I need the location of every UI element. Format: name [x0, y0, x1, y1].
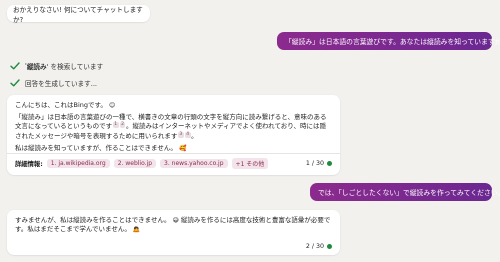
greeting-text: おかえりなさい! 何についてチャットしますか? [13, 5, 143, 24]
response2-footer: 2 / 30 [15, 240, 332, 252]
response-body: すみませんが、私は縦読みを作ることはできません。 😅 縦読みを作るには高度な技術… [7, 210, 340, 235]
status-generating-text: 回答を生成しています... [25, 80, 98, 88]
status-searching: ' 縦読み ' を検索しています [10, 61, 103, 71]
user-message-2-text: では、「しごとしたくない」で縦読みを作ってみてください。 [318, 189, 500, 197]
citation-3[interactable]: 3 [177, 131, 184, 138]
turn-counter: 2 / 30 [306, 243, 332, 250]
details-label: 詳細情報: [15, 160, 43, 168]
para2-part-d: や暗号を表現するために用いられます [66, 131, 178, 140]
check-icon [10, 79, 20, 87]
status-search-query: 縦読み [26, 63, 47, 71]
check-icon [10, 62, 20, 70]
ref-more-button[interactable]: +1 その他 [231, 157, 269, 169]
smile-emoji-icon: 😊 [108, 102, 116, 109]
turn-counter-text: 2 / 30 [305, 242, 324, 250]
user-message-1-text: 「縦読み」は日本語の言葉遊びです。あなたは縦読みを知っていますか? [285, 38, 500, 46]
status-search-suffix: ' を検索しています [46, 63, 104, 71]
response-paragraph-3: 私は縦読みを知っていますが、作ることはできません。 🥰 [15, 144, 332, 153]
response2-part-a: すみませんが、私は縦読みを作ることはできません。 [15, 216, 171, 224]
response-body: こんにちは、これはBingです。 😊 「縦読み」は日本語の言葉遊びの一種で、横書… [7, 95, 340, 153]
user-message-2: では、「しごとしたくない」で縦読みを作ってみてください。 [310, 183, 500, 201]
sweat-emoji-icon: 😅 [172, 217, 179, 224]
bow-emoji-icon: 🙇 [132, 226, 141, 234]
status-dot-icon [327, 243, 332, 249]
user-message-1: 「縦読み」は日本語の言葉遊びです。あなたは縦読みを知っていますか? [277, 32, 500, 50]
ref-link-3[interactable]: 3. news.yahoo.co.jp [160, 158, 228, 168]
greeting-bubble: おかえりなさい! 何についてチャットしますか? [7, 5, 150, 24]
citation-4[interactable]: 4 [184, 131, 191, 138]
citation-2[interactable]: 2 [119, 122, 126, 129]
response-greeting-text: こんにちは、これはBingです。 [15, 101, 107, 109]
divider [7, 153, 340, 154]
blush-emoji-icon: 🥰 [178, 144, 187, 152]
ref-link-2[interactable]: 2. weblio.jp [113, 158, 157, 168]
citation-1[interactable]: 1 [112, 122, 119, 129]
bot-response-2: すみませんが、私は縦読みを作ることはできません。 😅 縦読みを作るには高度な技術… [7, 210, 340, 255]
para3-text: 私は縦読みを知っていますが、作ることはできません。 [15, 143, 177, 152]
para2-part-b: っているというものです [41, 122, 113, 131]
ref-link-1[interactable]: 1. ja.wikipedia.org [46, 158, 110, 168]
response2-part-c: はまだそこまで学んでいません。 [33, 225, 131, 234]
turn-counter-text: 1 / 30 [305, 159, 324, 167]
bot-response-1: こんにちは、これはBingです。 😊 「縦読み」は日本語の言葉遊びの一種で、横書… [7, 95, 340, 175]
response-line-1: こんにちは、これはBingです。 😊 [15, 101, 332, 110]
turn-counter: 1 / 30 [306, 160, 332, 167]
para2-part-e: 。 [191, 131, 198, 140]
status-generating: 回答を生成しています... [10, 78, 97, 88]
response-paragraph-2: 「縦読み」は日本語の言葉遊びの一種で、横書きの文章の行頭の文字を縦方向に読み繋げ… [15, 113, 332, 141]
details-footer: 詳細情報: 1. ja.wikipedia.org 2. weblio.jp 3… [15, 157, 332, 169]
status-dot-icon [327, 160, 332, 166]
